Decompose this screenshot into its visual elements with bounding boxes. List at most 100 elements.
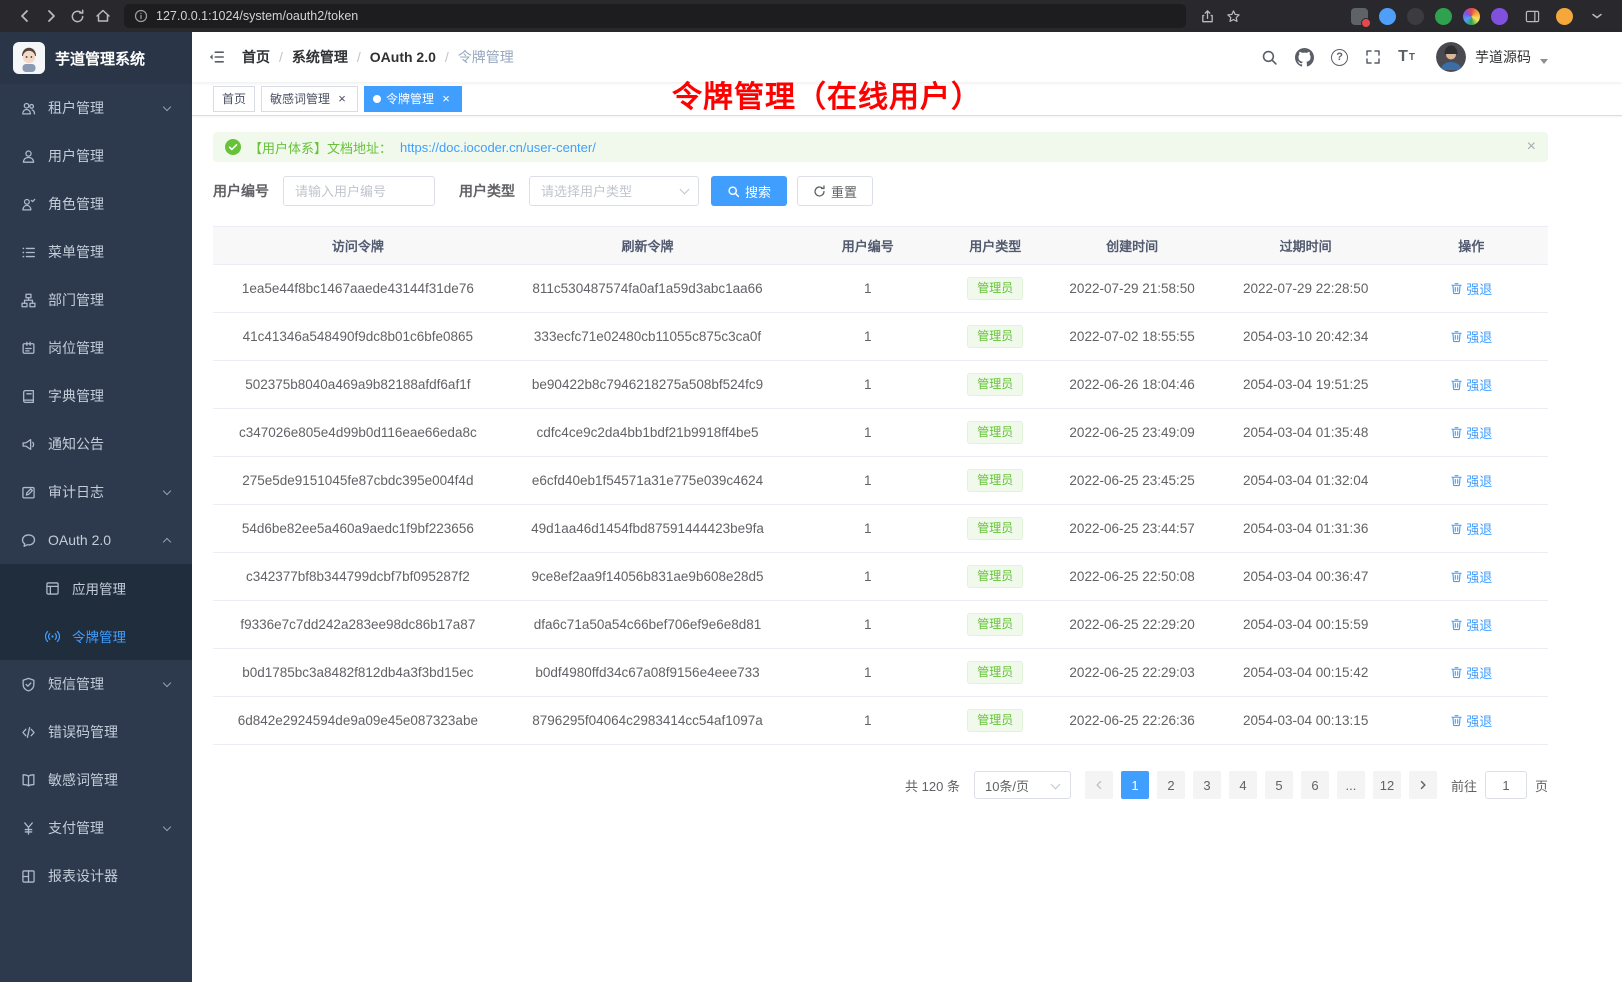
force-logout-button[interactable]: 强退 (1450, 711, 1492, 730)
pagination-page-4[interactable]: 4 (1229, 771, 1257, 799)
search-button[interactable]: 搜索 (711, 176, 787, 206)
force-logout-button[interactable]: 强退 (1450, 375, 1492, 394)
pagination-page-1[interactable]: 1 (1121, 771, 1149, 799)
hamburger-icon[interactable] (208, 49, 226, 65)
pagination-page-6[interactable]: 6 (1301, 771, 1329, 799)
app-shell: 芋道管理系统 租户管理用户管理角色管理菜单管理部门管理岗位管理字典管理通知公告审… (0, 32, 1622, 982)
extension-dark-icon[interactable] (1407, 8, 1424, 25)
browser-menu-icon[interactable] (1584, 4, 1610, 28)
user-id-input[interactable] (283, 176, 435, 206)
sidebar-item-token[interactable]: 令牌管理 (0, 612, 192, 660)
browser-reload-icon[interactable] (64, 4, 90, 28)
sidebar-item-sms[interactable]: 短信管理 (0, 660, 192, 708)
browser-extensions (1351, 4, 1610, 28)
force-logout-button[interactable]: 强退 (1450, 519, 1492, 538)
breadcrumb-item[interactable]: OAuth 2.0 (370, 49, 436, 65)
sidebar-item-log[interactable]: 审计日志 (0, 468, 192, 516)
report-icon (20, 869, 36, 884)
github-icon[interactable] (1295, 48, 1314, 67)
sidebar-item-app[interactable]: 应用管理 (0, 564, 192, 612)
pagination-more-button[interactable]: ... (1337, 771, 1365, 799)
help-icon[interactable] (1331, 49, 1348, 66)
force-logout-button[interactable]: 强退 (1450, 567, 1492, 586)
user-avatar[interactable] (1436, 42, 1466, 72)
sidebar-item-tenant[interactable]: 租户管理 (0, 84, 192, 132)
pagination-page-5[interactable]: 5 (1265, 771, 1293, 799)
user-type-select-input[interactable] (529, 176, 699, 206)
sidebar-item-user[interactable]: 用户管理 (0, 132, 192, 180)
sidebar-item-sensitive[interactable]: 敏感词管理 (0, 756, 192, 804)
browser-home-icon[interactable] (90, 4, 116, 28)
force-logout-button[interactable]: 强退 (1450, 279, 1492, 298)
created-time-cell: 2022-06-25 23:49:09 (1047, 409, 1217, 457)
site-info-icon[interactable] (134, 9, 148, 23)
reset-button[interactable]: 重置 (797, 176, 873, 206)
tab-令牌管理[interactable]: 令牌管理× (364, 86, 462, 112)
sidebar-item-label: 租户管理 (48, 98, 152, 118)
extension-colorful-icon[interactable] (1463, 8, 1480, 25)
sidebar-item-dept[interactable]: 部门管理 (0, 276, 192, 324)
sidebar-item-notice[interactable]: 通知公告 (0, 420, 192, 468)
extension-pin-icon[interactable] (1351, 8, 1368, 25)
sidebar-toggle-icon[interactable] (1519, 4, 1545, 28)
share-icon[interactable] (1194, 4, 1220, 28)
sms-icon (20, 677, 36, 692)
browser-forward-icon[interactable] (38, 4, 64, 28)
breadcrumb-item[interactable]: 系统管理 (292, 47, 348, 67)
alert-close-icon[interactable]: × (1527, 138, 1536, 156)
sidebar-item-oauth[interactable]: OAuth 2.0 (0, 516, 192, 564)
force-logout-button[interactable]: 强退 (1450, 471, 1492, 490)
force-logout-button[interactable]: 强退 (1450, 327, 1492, 346)
force-logout-button[interactable]: 强退 (1450, 663, 1492, 682)
sidebar-item-post[interactable]: 岗位管理 (0, 324, 192, 372)
sidebar-item-report[interactable]: 报表设计器 (0, 852, 192, 900)
force-logout-label: 强退 (1466, 567, 1492, 586)
pagination-page-3[interactable]: 3 (1193, 771, 1221, 799)
font-size-icon[interactable] (1398, 48, 1415, 66)
pagination-next-button[interactable] (1409, 771, 1437, 799)
sidebar-item-menu[interactable]: 菜单管理 (0, 228, 192, 276)
tab-首页[interactable]: 首页 (213, 86, 255, 112)
tab-敏感词管理[interactable]: 敏感词管理× (261, 86, 358, 112)
page-content: 【用户体系】文档地址： https://doc.iocoder.cn/user-… (192, 116, 1622, 982)
tab-close-icon[interactable]: × (439, 92, 453, 106)
fullscreen-icon[interactable] (1365, 49, 1381, 65)
app-logo[interactable]: 芋道管理系统 (0, 32, 192, 84)
sidebar-item-pay[interactable]: 支付管理 (0, 804, 192, 852)
username[interactable]: 芋道源码 (1475, 47, 1531, 67)
user-type-select[interactable] (529, 176, 699, 206)
pagination-pages: 123456...12 (1121, 771, 1401, 799)
browser-url-bar[interactable]: 127.0.0.1:1024/system/oauth2/token (124, 4, 1186, 28)
pagination-page-2[interactable]: 2 (1157, 771, 1185, 799)
breadcrumb-item: 令牌管理 (458, 47, 514, 67)
sidebar-item-dict[interactable]: 字典管理 (0, 372, 192, 420)
sidebar-item-role[interactable]: 角色管理 (0, 180, 192, 228)
sidebar-item-errcode[interactable]: 错误码管理 (0, 708, 192, 756)
tab-close-icon[interactable]: × (335, 92, 349, 106)
tab-label: 首页 (222, 90, 246, 107)
user-type-badge: 管理员 (967, 565, 1023, 588)
force-logout-button[interactable]: 强退 (1450, 615, 1492, 634)
table-row: b0d1785bc3a8482f812db4a3f3bd15ecb0df4980… (213, 649, 1548, 697)
breadcrumb: 首页/系统管理/OAuth 2.0/令牌管理 (242, 47, 514, 67)
search-icon[interactable] (1261, 49, 1278, 66)
pagination: 共 120 条 10条/页 123456...12 前往 页 (213, 771, 1548, 799)
extension-paw-icon[interactable] (1491, 8, 1508, 25)
extension-green-icon[interactable] (1435, 8, 1452, 25)
pagination-page-12[interactable]: 12 (1373, 771, 1401, 799)
user-type-cell: 管理员 (943, 265, 1047, 313)
extension-blue-icon[interactable] (1379, 8, 1396, 25)
browser-profile-avatar[interactable] (1556, 8, 1573, 25)
breadcrumb-item[interactable]: 首页 (242, 47, 270, 67)
app-icon (44, 581, 60, 596)
pagination-prev-button[interactable] (1085, 771, 1113, 799)
bookmark-star-icon[interactable] (1220, 4, 1246, 28)
sidebar-item-label: 角色管理 (48, 194, 170, 214)
goto-page-input[interactable] (1485, 771, 1527, 799)
doc-link[interactable]: https://doc.iocoder.cn/user-center/ (400, 140, 596, 155)
browser-back-icon[interactable] (12, 4, 38, 28)
logo-image (13, 42, 45, 74)
errcode-icon (20, 725, 36, 740)
page-size-select[interactable]: 10条/页 (974, 771, 1071, 799)
force-logout-button[interactable]: 强退 (1450, 423, 1492, 442)
